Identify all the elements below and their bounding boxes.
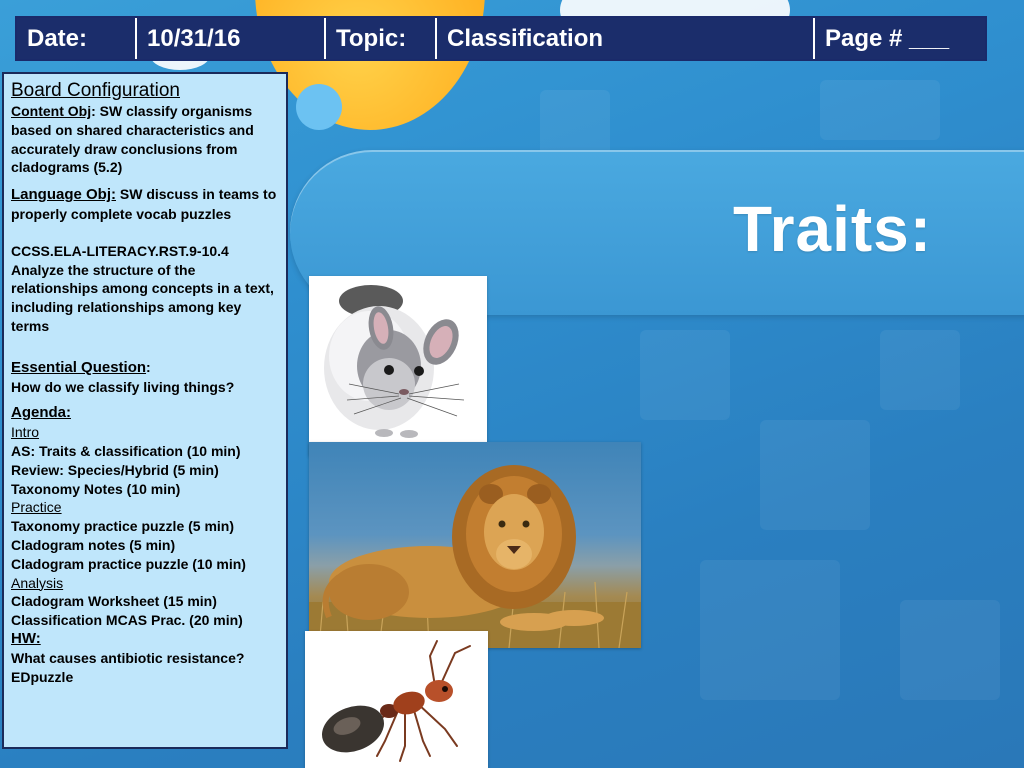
- agenda-item: Intro: [11, 424, 40, 441]
- agenda-item: Classification MCAS Prac. (20 min): [11, 612, 243, 629]
- agenda-item: Cladogram Worksheet (15 min): [11, 593, 217, 610]
- chinchilla-image: [324, 285, 465, 438]
- bg-tile: [640, 330, 730, 420]
- agenda-item: Review: Species/Hybrid (5 min): [11, 461, 219, 478]
- board-title: Board Configuration: [11, 80, 180, 101]
- topic-value: Classification: [437, 18, 815, 59]
- chinchilla-photo: [309, 276, 487, 456]
- page-number-label: Page # ___: [825, 24, 950, 52]
- date-label: Date:: [17, 18, 137, 59]
- ant-image: [322, 640, 471, 762]
- ant-photo: [305, 631, 488, 768]
- lion-photo: [309, 442, 641, 648]
- eq-text: How do we classify living things?: [11, 378, 235, 395]
- eq-colon: :: [146, 358, 151, 375]
- eq-label: Essential Question: [11, 358, 147, 376]
- agenda-item: Cladogram practice puzzle (10 min): [11, 555, 246, 572]
- hw-item: What causes antibiotic resistance?: [11, 649, 245, 666]
- agenda-item: Practice: [11, 499, 62, 516]
- content-objective: Content Obj: SW classify organisms based…: [11, 102, 282, 177]
- standard-text: Analyze the structure of the relationshi…: [11, 261, 274, 334]
- slide-title: Traits:: [733, 193, 933, 265]
- agenda-item: Taxonomy Notes (10 min): [11, 480, 181, 497]
- agenda-list: Intro AS: Traits & classification (10 mi…: [11, 423, 282, 630]
- bg-tile: [700, 560, 840, 700]
- bg-tile: [900, 600, 1000, 700]
- agenda-item: Taxonomy practice puzzle (5 min): [11, 518, 235, 535]
- bg-tile: [880, 330, 960, 410]
- language-obj-label: Language Obj:: [11, 186, 116, 204]
- bg-tile: [760, 420, 870, 530]
- topic-label: Topic:: [326, 18, 437, 59]
- agenda-item: AS: Traits & classification (10 min): [11, 442, 241, 459]
- lion-image: [309, 465, 641, 648]
- date-value: 10/31/16: [137, 18, 326, 59]
- board-configuration-panel: Board Configuration Content Obj: SW clas…: [2, 72, 288, 749]
- content-obj-label: Content Obj: [11, 103, 92, 119]
- standard-code: CCSS.ELA-LITERACY.RST.9-10.4: [11, 242, 229, 259]
- header-bar: Date: 10/31/16 Topic: Classification Pag…: [15, 16, 987, 61]
- agenda-item: Cladogram notes (5 min): [11, 536, 176, 553]
- agenda-item: Analysis: [11, 574, 64, 591]
- decorative-blue-dot: [296, 84, 342, 130]
- agenda-label: Agenda:: [11, 404, 71, 422]
- hw-item: EDpuzzle: [11, 668, 74, 685]
- bg-tile: [820, 80, 940, 140]
- language-objective: Language Obj: SW discuss in teams to pro…: [11, 185, 282, 224]
- essential-question: Essential Question:: [11, 358, 282, 378]
- hw-label: HW:: [11, 629, 41, 647]
